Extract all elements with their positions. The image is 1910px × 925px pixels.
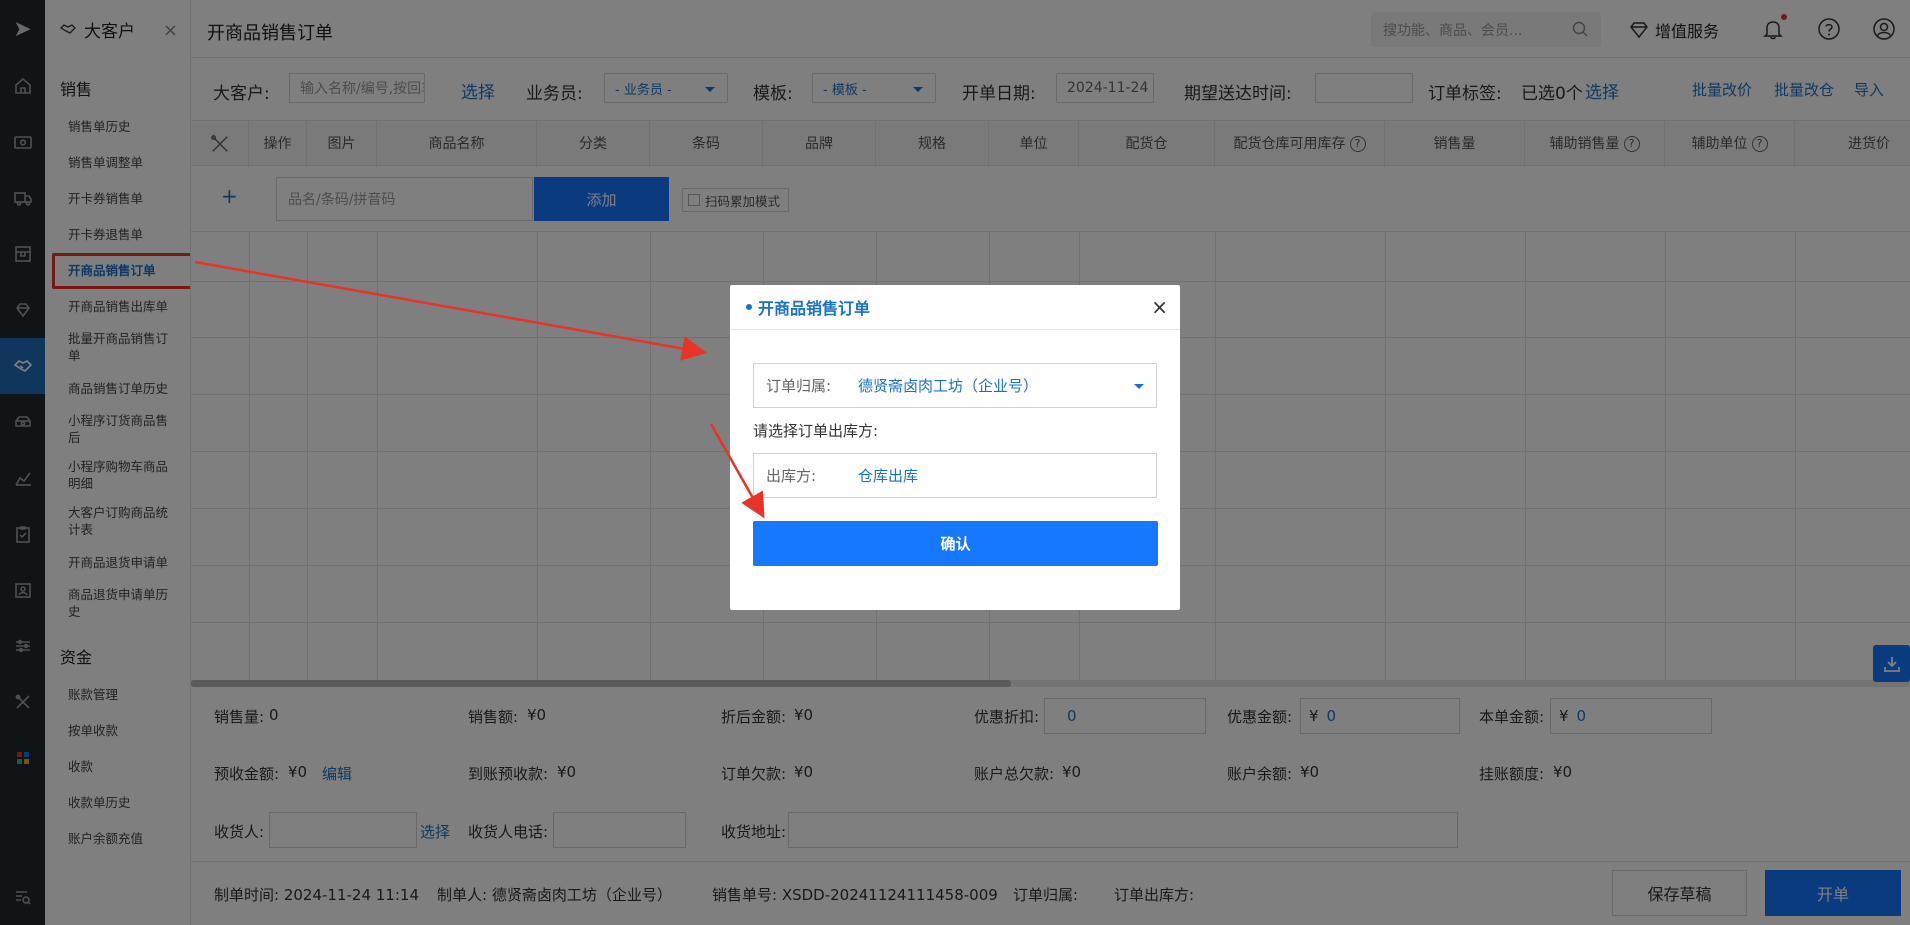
dialog-header: 开商品销售订单 [730,285,1180,330]
close-icon[interactable]: × [1151,295,1168,319]
outbound-label: 出库方: [766,467,817,485]
order-belong-select[interactable]: 订单归属: 德贤斋卤肉工坊（企业号） [753,363,1157,408]
title-dot [746,304,752,310]
outbound-prompt: 请选择订单出库方: [753,422,879,440]
order-setup-dialog: 开商品销售订单 × 订单归属: 德贤斋卤肉工坊（企业号） 请选择订单出库方: 出… [730,285,1180,610]
order-belong-label: 订单归属: [766,377,832,395]
chevron-down-icon [1134,384,1144,389]
order-belong-value: 德贤斋卤肉工坊（企业号） [858,377,1039,395]
confirm-button[interactable]: 确认 [753,521,1158,566]
outbound-select[interactable]: 出库方: 仓库出库 [753,453,1157,498]
dialog-title: 开商品销售订单 [758,299,871,318]
outbound-value: 仓库出库 [858,467,919,485]
